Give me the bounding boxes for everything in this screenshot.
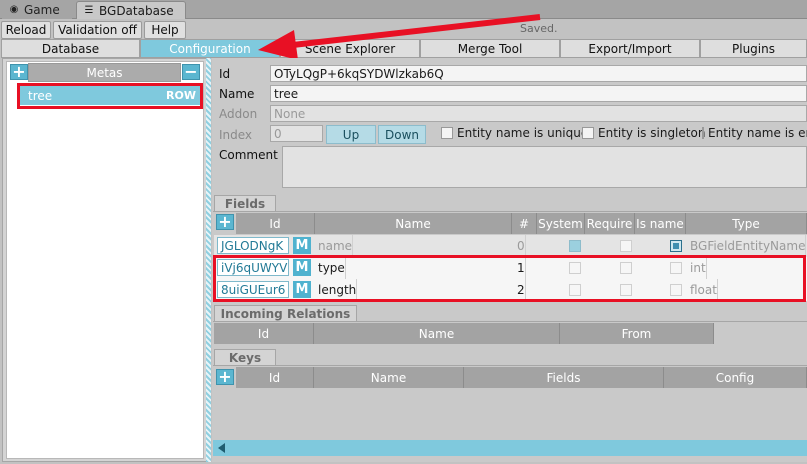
add-key-button[interactable]: + <box>216 369 234 385</box>
comment-label: Comment <box>219 148 278 162</box>
incoming-col-from: From <box>560 323 714 344</box>
keys-col-id: Id <box>236 367 314 388</box>
fields-col-id: Id <box>236 213 315 234</box>
validation-toggle-button[interactable]: Validation off <box>53 21 142 39</box>
fields-col-type: Type <box>686 213 807 234</box>
field-index: 0 <box>517 235 526 257</box>
window-tab-bgdatabase[interactable]: ☰ BGDatabase <box>76 1 186 19</box>
divider <box>213 365 807 366</box>
entity-singleton-checkbox[interactable]: Entity is singleton <box>582 126 705 140</box>
keys-col-fields: Fields <box>464 367 664 388</box>
incoming-col-id: Id <box>214 323 314 344</box>
metas-list <box>6 61 204 459</box>
fields-col-index: # <box>512 213 537 234</box>
tab-plugins[interactable]: Plugins <box>700 39 807 58</box>
add-field-button[interactable]: + <box>216 214 234 230</box>
index-field[interactable]: 0 <box>270 125 323 142</box>
remove-meta-button[interactable]: − <box>182 64 200 80</box>
index-label: Index <box>219 128 253 142</box>
fields-col-system: System <box>537 213 585 234</box>
field-id-button[interactable]: JGLODNgK <box>217 237 289 254</box>
pane-splitter[interactable] <box>206 58 211 462</box>
divider <box>213 321 807 322</box>
id-label: Id <box>219 67 231 81</box>
highlight-field-rows <box>213 255 806 302</box>
entity-name-empty-checkbox[interactable]: Entity name is em <box>702 126 807 140</box>
tab-database[interactable]: Database <box>1 39 140 58</box>
require-checkbox[interactable] <box>620 240 632 252</box>
field-method-button[interactable]: M <box>293 237 311 254</box>
checkbox-box <box>582 127 594 139</box>
m-icon: M <box>295 238 309 253</box>
checkbox-box <box>441 127 453 139</box>
name-field[interactable]: tree <box>270 85 807 102</box>
divider <box>213 211 807 212</box>
checkbox-box <box>702 127 704 139</box>
reload-button[interactable]: Reload <box>1 21 51 39</box>
minus-icon: − <box>184 62 198 81</box>
field-type: BGFieldEntityName <box>690 235 807 257</box>
list-icon: ☰ <box>84 4 94 16</box>
comment-field[interactable] <box>282 146 807 188</box>
gamepad-icon: ◉ <box>9 4 19 15</box>
move-up-button[interactable]: Up <box>326 125 376 144</box>
incoming-relations-tab[interactable]: Incoming Relations <box>214 305 357 322</box>
keys-col-config: Config <box>664 367 807 388</box>
fields-section-tab[interactable]: Fields <box>214 195 276 212</box>
annotation-arrow <box>258 14 541 60</box>
tab-export-import[interactable]: Export/Import <box>560 39 700 58</box>
plus-icon: + <box>218 367 232 386</box>
isname-checkbox[interactable] <box>670 240 682 252</box>
scroll-left-arrow-icon[interactable] <box>215 442 229 454</box>
move-down-button[interactable]: Down <box>378 125 426 144</box>
highlight-meta-row <box>17 83 203 109</box>
window-tab-game[interactable]: ◉ Game <box>2 1 72 19</box>
fields-col-require: Require <box>585 213 635 234</box>
addon-label: Addon <box>219 107 258 121</box>
keys-col-name: Name <box>314 367 464 388</box>
help-button[interactable]: Help <box>144 21 186 39</box>
plus-icon: + <box>218 212 232 231</box>
plus-icon: + <box>12 62 26 81</box>
fields-col-name: Name <box>315 213 512 234</box>
keys-section-tab[interactable]: Keys <box>214 349 276 366</box>
metas-header: Metas <box>28 63 181 82</box>
entity-name-unique-checkbox[interactable]: Entity name is unique <box>441 126 588 140</box>
horizontal-scrollbar[interactable] <box>213 440 807 456</box>
system-checkbox[interactable] <box>569 240 581 252</box>
field-name: name <box>318 235 354 257</box>
name-label: Name <box>219 87 255 101</box>
id-field[interactable]: OTyLQgP+6kqSYDWlzkab6Q <box>270 65 807 82</box>
fields-col-isname: Is name <box>635 213 686 234</box>
addon-field[interactable]: None <box>270 105 807 122</box>
add-meta-button[interactable]: + <box>10 64 28 80</box>
incoming-col-name: Name <box>314 323 560 344</box>
